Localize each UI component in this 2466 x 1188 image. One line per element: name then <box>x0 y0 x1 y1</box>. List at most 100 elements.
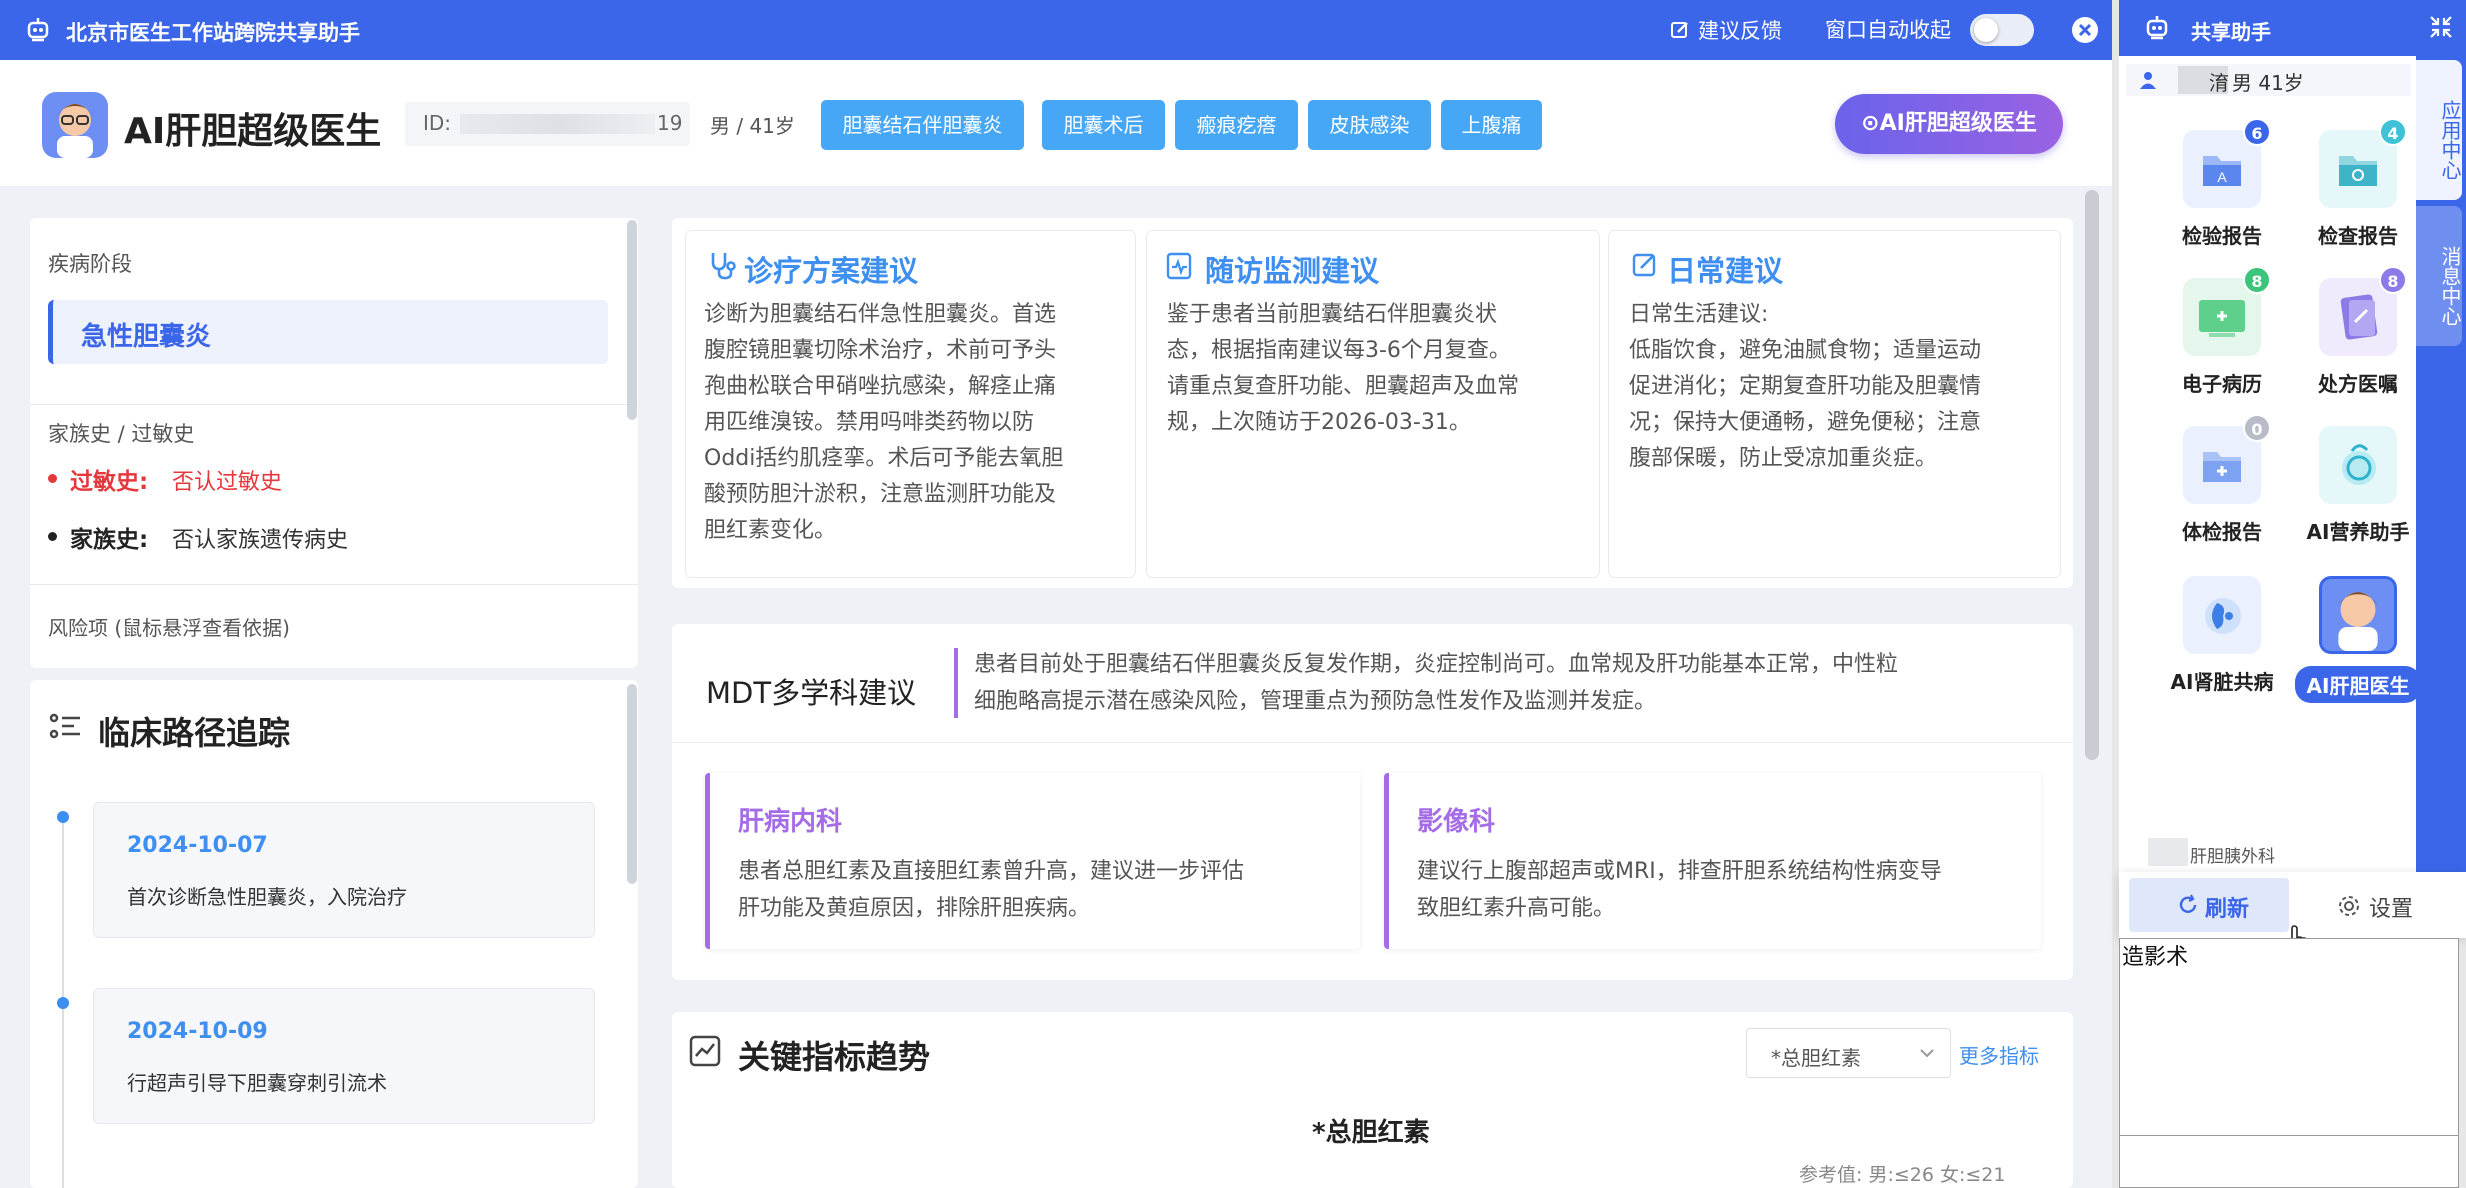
chart-title: *总胆红素 <box>1312 1118 1430 1148</box>
medical-record-icon: 8 <box>2183 266 2271 356</box>
left-scrollbar-top[interactable] <box>627 220 637 420</box>
app-name: AI肝胆超级医生 <box>124 111 382 152</box>
treatment-card: 诊疗方案建议 诊断为胆囊结石伴急性胆囊炎。首选 腹腔镜胆囊切除术治疗，术前可予头孢… <box>685 230 1136 578</box>
dept-advice: 患者总胆红素及直接胆红素曾升高，建议进一步评估 肝功能及黄疸原因，排除肝胆疾病。 <box>738 859 1245 921</box>
mdt-accent-bar <box>954 648 958 718</box>
app-root: 北京市医生工作站跨院共享助手 建议反馈 窗口自动收起 AI肝胆超级医生 ID: … <box>0 0 2466 1188</box>
folder-exam-icon: 4 <box>2319 118 2407 208</box>
daily-card: 日常建议 日常生活建议: 低脂饮食，避免油腻食物；适量运动 促进消化；定期复查肝功能… <box>1608 230 2061 578</box>
refresh-label: 刷新 <box>2205 897 2250 922</box>
daily-body: 日常生活建议: 低脂饮食，避免油腻食物；适量运动 促进消化；定期复查肝功能及胆囊情况… <box>1629 302 1982 471</box>
dept-name: 肝病内科 <box>738 807 843 837</box>
diagnosis-tag-5[interactable]: 上腹痛 <box>1441 100 1542 150</box>
list-icon <box>49 713 80 739</box>
user-icon <box>2140 72 2156 89</box>
indicator-select[interactable]: *总胆红素 <box>1746 1028 1951 1078</box>
family-dot <box>48 532 57 541</box>
patient-id-box: ID: 19 <box>405 102 690 146</box>
pathway-title: 临床路径追踪 <box>98 714 291 752</box>
followup-card: 随访监测建议 鉴于患者当前胆囊结石伴胆囊炎状 态，根据指南建议每3-6个月复查。请… <box>1146 230 1600 578</box>
refresh-button[interactable]: 刷新 <box>2129 878 2289 932</box>
divider <box>30 404 638 405</box>
settings-button[interactable]: 设置 <box>2299 878 2459 932</box>
side-panel-header: 共享助手 <box>2119 0 2416 56</box>
diagnosis-tag-3[interactable]: 瘢痕疙瘩 <box>1175 100 1298 150</box>
app-physical-report[interactable]: 0 体检报告 <box>2152 414 2292 545</box>
stethoscope-icon <box>711 253 736 280</box>
indicator-select-value: *总胆红素 <box>1771 1046 1861 1070</box>
settings-label: 设置 <box>2369 897 2414 922</box>
dept-name: 影像科 <box>1417 807 1496 837</box>
trend-title: 关键指标趋势 <box>738 1038 931 1076</box>
mdt-summary: 患者目前处于胆囊结石伴胆囊炎反复发作期，炎症控制尚可。血常规及肝功能基本正常，中… <box>974 652 1899 714</box>
gear-icon <box>2339 896 2359 916</box>
window-title: 北京市医生工作站跨院共享助手 <box>66 21 360 45</box>
title-bar: 北京市医生工作站跨院共享助手 建议反馈 窗口自动收起 <box>0 0 2112 60</box>
dept-card-imaging: 影像科 建议行上腹部超声或MRI，排查肝胆系统结构性病变导 致胆红素升高可能。 <box>1384 773 2041 949</box>
diagnosis-tag-4[interactable]: 皮肤感染 <box>1308 100 1431 150</box>
trend-panel: 关键指标趋势 *总胆红素 更多指标 *总胆红素 参考值: 男:≤26 女:≤21 <box>672 1012 2073 1188</box>
timeline-date: 2024-10-09 <box>127 1019 268 1044</box>
main-scrollbar[interactable] <box>2085 190 2099 760</box>
ai-doctor-button[interactable]: ⊙AI肝胆超级医生 <box>1835 94 2063 154</box>
app-ai-kidney[interactable]: AI肾脏共病 <box>2152 576 2292 695</box>
side-lower-window: 造影术 <box>2119 938 2459 1188</box>
patient-name-visible: 淯 <box>2209 71 2229 95</box>
daily-title: 日常建议 <box>1667 254 1784 288</box>
monitor-icon <box>1166 252 1192 280</box>
side-lower-text: 造影术 <box>2122 945 2189 970</box>
trend-chart-icon <box>689 1035 721 1067</box>
collapse-icon[interactable] <box>2428 14 2454 40</box>
history-label: 家族史 / 过敏史 <box>48 422 195 446</box>
app-lab-report[interactable]: A6 检验报告 <box>2152 118 2292 249</box>
timeline-dot <box>57 811 69 823</box>
doctor-avatar-icon <box>2319 576 2397 654</box>
kidney-icon <box>2183 576 2261 654</box>
dept-mask <box>2148 838 2188 866</box>
auto-collapse-label: 窗口自动收起 <box>1825 18 1951 42</box>
app-emr[interactable]: 8 电子病历 <box>2152 266 2292 397</box>
app-ai-liver-doctor[interactable]: AI肝胆医生 <box>2276 576 2440 703</box>
side-gender-age: 男 41岁 <box>2232 71 2304 95</box>
followup-body: 鉴于患者当前胆囊结石伴胆囊炎状 态，根据指南建议每3-6个月复查。 请重点复查肝功能… <box>1167 302 1520 435</box>
patient-gender-age: 男 / 41岁 <box>710 114 795 138</box>
app-ai-nutrition[interactable]: AI营养助手 <box>2288 426 2428 545</box>
family-value: 否认家族遗传病史 <box>172 528 349 553</box>
side-patient-row: 淯 男 41岁 <box>2126 64 2411 96</box>
allergy-dot <box>48 474 57 483</box>
refresh-icon <box>2179 894 2197 913</box>
edit-icon <box>1671 22 1688 38</box>
allergy-key: 过敏史: <box>70 469 149 495</box>
more-indicators-link[interactable]: 更多指标 <box>1959 1040 2039 1069</box>
id-label: ID: <box>423 111 452 135</box>
mdt-title: MDT多学科建议 <box>706 676 917 710</box>
prescription-icon: 8 <box>2319 266 2407 356</box>
nutrition-icon <box>2319 426 2397 504</box>
followup-title: 随访监测建议 <box>1205 254 1380 288</box>
allergy-value: 否认过敏史 <box>172 470 283 495</box>
assistant-robot-icon <box>2146 16 2168 40</box>
close-icon[interactable] <box>2071 16 2099 44</box>
left-scrollbar-bottom[interactable] <box>627 684 637 884</box>
family-key: 家族史: <box>70 527 149 553</box>
divider <box>672 742 2073 743</box>
doctor-avatar <box>42 92 108 158</box>
divider <box>30 584 638 585</box>
timeline-date: 2024-10-07 <box>127 833 268 858</box>
feedback-button[interactable]: 建议反馈 <box>1670 14 1782 46</box>
auto-collapse-toggle[interactable] <box>1970 14 2034 46</box>
app-exam-report[interactable]: 4 检查报告 <box>2288 118 2428 249</box>
folder-checkup-icon: 0 <box>2183 414 2271 504</box>
timeline-dot <box>57 997 69 1009</box>
diagnosis-tag-2[interactable]: 胆囊术后 <box>1042 100 1165 150</box>
app-prescription[interactable]: 8 处方医嘱 <box>2288 266 2428 397</box>
folder-lab-icon: A6 <box>2183 118 2271 208</box>
dept-advice: 建议行上腹部超声或MRI，排查肝胆系统结构性病变导 致胆红素升高可能。 <box>1417 859 1942 921</box>
dept-card-hepatology: 肝病内科 患者总胆红素及直接胆红素曾升高，建议进一步评估 肝功能及黄疸原因，排除肝… <box>705 773 1360 949</box>
risk-label: 风险项 (鼠标悬浮查看依据) <box>48 616 290 640</box>
timeline-card[interactable]: 2024-10-07 首次诊断急性胆囊炎，入院治疗 <box>93 802 595 938</box>
timeline-card[interactable]: 2024-10-09 行超声引导下胆囊穿刺引流术 <box>93 988 595 1124</box>
diagnosis-tag-1[interactable]: 胆囊结石伴胆囊炎 <box>821 100 1024 150</box>
treatment-title: 诊疗方案建议 <box>744 254 919 288</box>
timeline-text: 行超声引导下胆囊穿刺引流术 <box>127 1071 387 1095</box>
